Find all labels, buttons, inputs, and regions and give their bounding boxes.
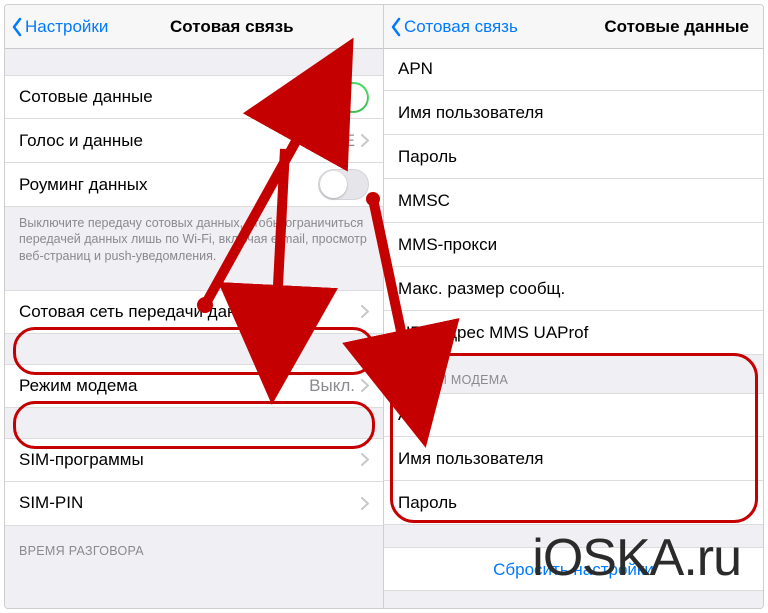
row-modem-username[interactable]: Имя пользователя: [384, 437, 763, 481]
row-cellular-data[interactable]: Сотовые данные: [5, 75, 383, 119]
label-mms-proxy: MMS-прокси: [398, 235, 749, 255]
navbar-left: Настройки Сотовая связь: [5, 5, 383, 49]
row-roaming[interactable]: Роуминг данных: [5, 163, 383, 207]
label-modem-apn: APN: [398, 405, 749, 425]
chevron-right-icon: [361, 305, 369, 318]
toggle-roaming[interactable]: [318, 169, 369, 200]
chevron-right-icon: [361, 453, 369, 466]
row-voice-data[interactable]: Голос и данные LTE: [5, 119, 383, 163]
label-mms-uaprof: URL-адрес MMS UAProf: [398, 323, 749, 343]
label-modem-username: Имя пользователя: [398, 449, 749, 469]
row-modem-password[interactable]: Пароль: [384, 481, 763, 525]
row-cdn[interactable]: Сотовая сеть передачи данных: [5, 290, 383, 334]
row-sim-apps[interactable]: SIM-программы: [5, 438, 383, 482]
section-modem-header: РЕЖИМ МОДЕМА: [384, 355, 763, 393]
back-button[interactable]: Сотовая связь: [390, 17, 518, 37]
row-sim-pin[interactable]: SIM-PIN: [5, 482, 383, 526]
row-mms-uaprof[interactable]: URL-адрес MMS UAProf: [384, 311, 763, 355]
label-cdn: Сотовая сеть передачи данных: [19, 302, 361, 322]
row-hotspot[interactable]: Режим модема Выкл.: [5, 364, 383, 408]
row-username[interactable]: Имя пользователя: [384, 91, 763, 135]
label-modem-password: Пароль: [398, 493, 749, 513]
section-call-time: ВРЕМЯ РАЗГОВОРА: [5, 526, 383, 564]
label-voice-data: Голос и данные: [19, 131, 325, 151]
label-roaming: Роуминг данных: [19, 175, 318, 195]
row-apn-top[interactable]: APN: [384, 47, 763, 91]
chevron-right-icon: [361, 497, 369, 510]
label-sim-pin: SIM-PIN: [19, 493, 361, 513]
page-title: Сотовые данные: [604, 17, 749, 37]
row-mms-proxy[interactable]: MMS-прокси: [384, 223, 763, 267]
label-mms-max: Макс. размер сообщ.: [398, 279, 749, 299]
chevron-left-icon: [390, 17, 402, 37]
footer-note: Выключите передачу сотовых данных, чтобы…: [5, 207, 383, 276]
chevron-right-icon: [361, 379, 369, 392]
right-pane: Сотовая связь Сотовые данные APN Имя пол…: [384, 5, 763, 608]
back-button[interactable]: Настройки: [11, 17, 108, 37]
page-title: Сотовая связь: [170, 17, 294, 37]
value-voice-data: LTE: [325, 131, 355, 151]
row-modem-apn[interactable]: APN: [384, 393, 763, 437]
label-cellular-data: Сотовые данные: [19, 87, 318, 107]
label-hotspot: Режим модема: [19, 376, 309, 396]
back-label: Сотовая связь: [404, 17, 518, 37]
label-username: Имя пользователя: [398, 103, 749, 123]
chevron-right-icon: [361, 134, 369, 147]
reset-label: Сбросить настройки: [493, 560, 654, 579]
navbar-right: Сотовая связь Сотовые данные: [384, 5, 763, 49]
left-pane: Настройки Сотовая связь Сотовые данные Г…: [5, 5, 384, 608]
label-sim-apps: SIM-программы: [19, 450, 361, 470]
row-mmsc[interactable]: MMSC: [384, 179, 763, 223]
label-password: Пароль: [398, 147, 749, 167]
label-mmsc: MMSC: [398, 191, 749, 211]
back-label: Настройки: [25, 17, 108, 37]
toggle-cellular-data[interactable]: [318, 82, 369, 113]
value-hotspot: Выкл.: [309, 376, 355, 396]
row-mms-max[interactable]: Макс. размер сообщ.: [384, 267, 763, 311]
row-password[interactable]: Пароль: [384, 135, 763, 179]
reset-button[interactable]: Сбросить настройки: [384, 547, 763, 591]
chevron-left-icon: [11, 17, 23, 37]
label-apn-top: APN: [398, 59, 749, 79]
